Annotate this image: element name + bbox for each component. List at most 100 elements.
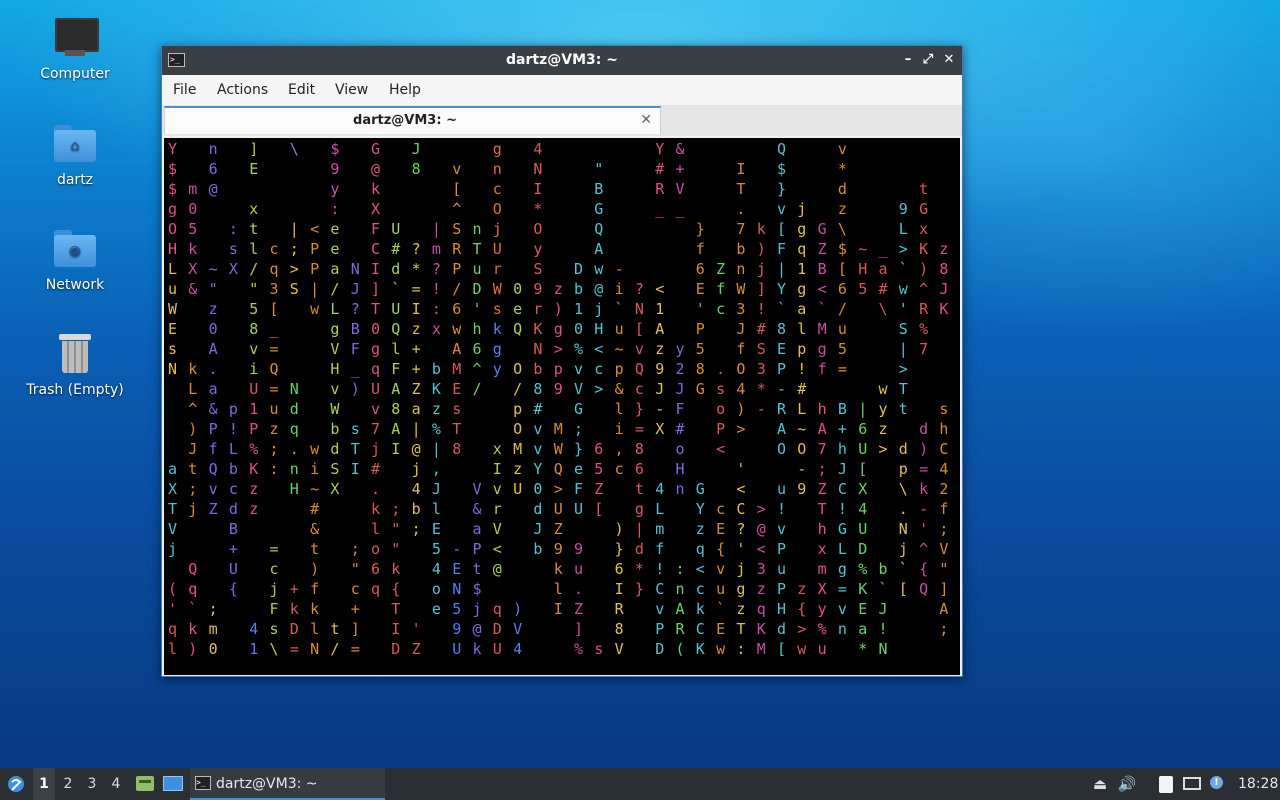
- desktop-icon-computer[interactable]: Computer: [20, 16, 130, 82]
- file-manager-launcher-icon[interactable]: [134, 768, 156, 800]
- volume-icon[interactable]: 🔊: [1116, 768, 1138, 800]
- menu-view[interactable]: View: [335, 82, 368, 98]
- matrix-glyph: m: [188, 180, 197, 198]
- matrix-glyph: Q: [209, 460, 218, 478]
- matrix-glyph: n: [736, 260, 745, 278]
- matrix-glyph: R: [777, 400, 787, 418]
- matrix-glyph: &: [676, 140, 685, 158]
- desktop-icon-network[interactable]: ◉ Network: [20, 227, 130, 293]
- matrix-glyph: c: [270, 240, 279, 258]
- show-desktop-icon[interactable]: [161, 768, 185, 800]
- matrix-glyph: ': [696, 300, 705, 318]
- matrix-glyph: Z: [209, 500, 218, 518]
- matrix-glyph: !: [777, 500, 786, 518]
- eject-icon[interactable]: ⏏: [1089, 768, 1111, 800]
- matrix-glyph: K: [939, 300, 948, 318]
- matrix-glyph: W: [736, 280, 746, 298]
- matrix-glyph: %: [249, 440, 258, 458]
- workspace-3[interactable]: 3: [81, 768, 103, 800]
- matrix-glyph: ": [391, 520, 400, 538]
- close-button[interactable]: ✕: [941, 52, 957, 68]
- matrix-glyph: t: [899, 400, 908, 418]
- matrix-glyph: z: [270, 420, 279, 438]
- menu-actions[interactable]: Actions: [217, 82, 268, 98]
- matrix-glyph: #: [655, 160, 664, 178]
- matrix-glyph: }: [574, 440, 583, 458]
- matrix-glyph: e: [432, 600, 441, 618]
- matrix-glyph: U: [513, 480, 522, 498]
- matrix-glyph: L: [899, 220, 908, 238]
- matrix-glyph: &: [473, 500, 482, 518]
- matrix-glyph: d: [290, 400, 299, 418]
- matrix-glyph: v: [777, 520, 786, 538]
- matrix-glyph: x: [818, 540, 827, 558]
- matrix-glyph: E: [858, 600, 867, 618]
- matrix-glyph: :: [229, 220, 238, 238]
- matrix-glyph: M: [452, 360, 461, 378]
- workspace-4[interactable]: 4: [105, 768, 127, 800]
- terminal-output[interactable]: Y $ $ g O H Lu W Es Na X T Vj(' q l m 0 5 k X & k L ^) Jt; j Qq ` k)…: [164, 138, 960, 675]
- minimize-button[interactable]: –: [900, 52, 916, 68]
- matrix-glyph: A: [818, 420, 827, 438]
- menu-file[interactable]: File: [173, 82, 196, 98]
- matrix-glyph: #: [391, 240, 400, 258]
- matrix-glyph: C: [696, 620, 705, 638]
- taskbar-terminal-button[interactable]: >_ dartz@VM3: ~: [190, 768, 385, 800]
- matrix-glyph: g: [554, 320, 563, 338]
- menu-bar: File Actions Edit View Help: [162, 75, 962, 105]
- xubuntu-menu-icon[interactable]: [4, 768, 28, 800]
- matrix-glyph: P: [696, 320, 705, 338]
- window-titlebar[interactable]: >_ dartz@VM3: ~ – ⤢ ✕: [162, 46, 962, 75]
- desktop-icon-home[interactable]: ⌂ dartz: [20, 122, 130, 188]
- matrix-glyph: P: [310, 260, 319, 278]
- matrix-glyph: 5: [249, 300, 258, 318]
- matrix-glyph: N: [168, 360, 177, 378]
- matrix-glyph: ]: [757, 280, 766, 298]
- matrix-glyph: z: [696, 520, 705, 538]
- matrix-glyph: }: [615, 540, 624, 558]
- clipboard-icon[interactable]: [1155, 768, 1177, 800]
- matrix-glyph: 1: [574, 300, 583, 318]
- workspace-2[interactable]: 2: [57, 768, 79, 800]
- matrix-glyph: z: [513, 460, 522, 478]
- matrix-glyph: w: [310, 300, 320, 318]
- matrix-glyph: ~: [615, 340, 624, 358]
- matrix-glyph: j: [899, 540, 908, 558]
- notification-icon[interactable]: !: [1206, 768, 1228, 800]
- matrix-glyph: A: [594, 240, 603, 258]
- matrix-glyph: 4: [249, 620, 258, 638]
- tab-close-icon[interactable]: ✕: [640, 112, 652, 128]
- matrix-glyph: W: [168, 300, 178, 318]
- matrix-glyph: e: [330, 220, 339, 238]
- matrix-glyph: v: [452, 160, 461, 178]
- terminal-window: >_ dartz@VM3: ~ – ⤢ ✕ File Actions Edit …: [161, 45, 963, 677]
- matrix-glyph: _: [879, 240, 889, 258]
- matrix-glyph: 5: [696, 340, 705, 358]
- menu-edit[interactable]: Edit: [288, 82, 315, 98]
- matrix-glyph: =: [290, 640, 299, 658]
- matrix-glyph: ): [615, 520, 624, 538]
- maximize-button[interactable]: ⤢: [920, 52, 936, 68]
- matrix-glyph: U: [858, 520, 867, 538]
- clock[interactable]: 18:28: [1238, 768, 1278, 800]
- terminal-tab[interactable]: dartz@VM3: ~ ✕: [164, 106, 661, 134]
- matrix-glyph: D: [473, 280, 482, 298]
- workspace-1[interactable]: 1: [33, 768, 55, 800]
- matrix-glyph: C: [371, 240, 380, 258]
- matrix-glyph: [: [777, 640, 786, 658]
- matrix-glyph: U: [554, 500, 563, 518]
- matrix-glyph: v: [249, 340, 258, 358]
- desktop-icon-trash[interactable]: Trash (Empty): [20, 332, 130, 398]
- network-icon[interactable]: [1181, 768, 1203, 800]
- matrix-glyph: y: [879, 400, 888, 418]
- menu-help[interactable]: Help: [389, 82, 421, 98]
- matrix-glyph: :: [330, 200, 339, 218]
- matrix-glyph: h: [939, 420, 948, 438]
- matrix-glyph: H: [168, 240, 177, 258]
- matrix-glyph: S: [330, 460, 339, 478]
- matrix-glyph: v: [533, 420, 542, 438]
- matrix-glyph: \: [899, 480, 908, 498]
- matrix-glyph: Z: [818, 240, 827, 258]
- matrix-glyph: t: [919, 180, 928, 198]
- matrix-glyph: i: [310, 460, 319, 478]
